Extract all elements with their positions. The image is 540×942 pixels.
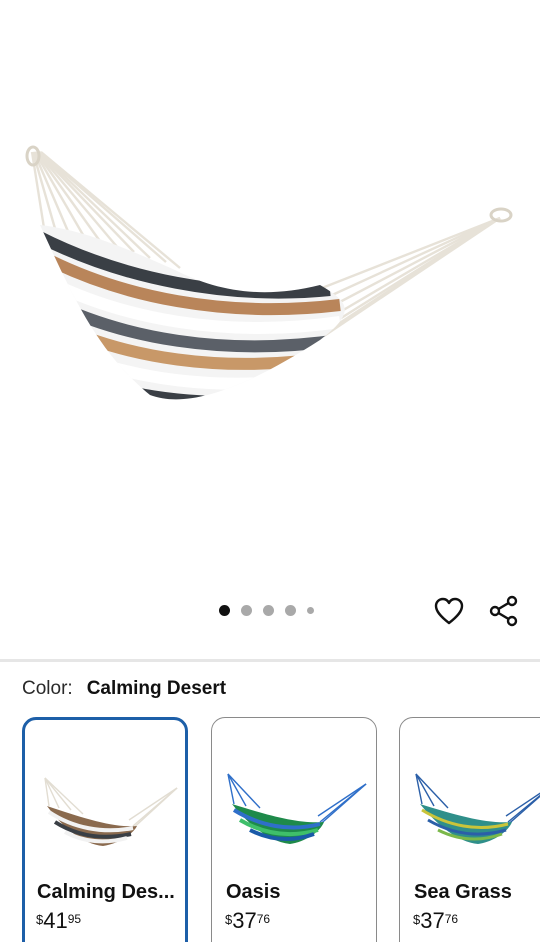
color-label: Color:: [22, 678, 73, 699]
swatch-price: $ 37 76: [225, 910, 270, 932]
gallery-pagination[interactable]: [219, 605, 314, 616]
price-dollars: 37: [232, 908, 257, 933]
swatch-name: Oasis: [226, 881, 281, 903]
share-button[interactable]: [487, 594, 521, 628]
hammock-illustration: [25, 145, 513, 400]
color-swatch-sea-grass[interactable]: Sea Grass $ 37 76: [399, 717, 540, 942]
swatch-thumbnail: [227, 773, 367, 844]
swatch-price: $ 37 76: [413, 910, 458, 932]
product-image[interactable]: [0, 0, 540, 600]
gallery-dot[interactable]: [263, 605, 274, 616]
swatch-price: $ 41 95: [36, 910, 81, 932]
heart-outline-icon: [434, 597, 464, 625]
gallery-dot[interactable]: [219, 605, 230, 616]
price-cents: 76: [444, 912, 459, 926]
price-dollars: 37: [420, 908, 445, 933]
swatch-name: Calming Des...: [37, 881, 175, 903]
color-selection: Color: Calming Desert: [22, 678, 226, 700]
swatch-name: Sea Grass: [414, 881, 512, 903]
price-cents: 76: [256, 912, 271, 926]
swatch-thumbnail: [44, 777, 178, 846]
gallery-dot[interactable]: [285, 605, 296, 616]
color-swatch-oasis[interactable]: Oasis $ 37 76: [211, 717, 377, 942]
price-cents: 95: [67, 912, 82, 926]
price-currency: $: [413, 912, 421, 927]
price-dollars: 41: [43, 908, 68, 933]
color-swatch-list: Calming Des... $ 41 95 Oasis $ 37 76 Sea…: [0, 717, 540, 942]
section-divider: [0, 659, 540, 662]
price-currency: $: [225, 912, 233, 927]
color-swatch-calming-desert[interactable]: Calming Des... $ 41 95: [22, 717, 188, 942]
gallery-dot[interactable]: [307, 607, 314, 614]
favorite-button[interactable]: [432, 594, 466, 628]
price-currency: $: [36, 912, 44, 927]
share-icon: [489, 595, 518, 627]
swatch-thumbnail: [415, 773, 540, 844]
gallery-dot[interactable]: [241, 605, 252, 616]
selected-color-name: Calming Desert: [86, 678, 227, 699]
